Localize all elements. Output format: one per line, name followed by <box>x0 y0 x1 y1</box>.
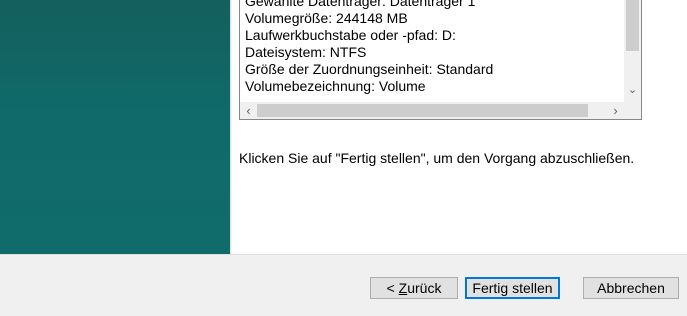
vertical-scrollbar[interactable]: ⌄ <box>624 0 641 102</box>
chevron-down-icon[interactable]: ⌄ <box>624 82 641 99</box>
chevron-left-icon[interactable]: ‹ <box>240 102 257 119</box>
back-label: urück <box>407 280 442 296</box>
back-button[interactable]: < Zurück <box>370 277 458 299</box>
back-prefix: < <box>386 280 399 296</box>
horizontal-scrollbar[interactable]: ‹ › <box>240 102 624 119</box>
summary-line: Laufwerkbuchstabe oder -pfad: D: <box>245 27 456 43</box>
finish-instruction: Klicken Sie auf "Fertig stellen", um den… <box>239 150 635 166</box>
summary-line: Gewählte Datenträger: Datenträger 1 <box>245 0 476 9</box>
wizard-side-panel <box>0 0 232 254</box>
vertical-scroll-thumb[interactable] <box>626 0 639 51</box>
cancel-button[interactable]: Abbrechen <box>583 277 679 299</box>
summary-line: Dateisystem: NTFS <box>245 44 367 60</box>
back-mnemonic: Z <box>398 280 408 296</box>
summary-line: Volumegröße: 244148 MB <box>245 10 408 26</box>
chevron-right-icon[interactable]: › <box>607 102 624 119</box>
settings-summary-text: Gewählte Datenträger: Datenträger 1 Volu… <box>245 0 620 95</box>
finish-button[interactable]: Fertig stellen <box>465 277 560 299</box>
horizontal-scroll-thumb[interactable] <box>257 104 588 117</box>
wizard-footer: < Zurück Fertig stellen Abbrechen <box>0 254 687 316</box>
side-panel-divider <box>230 0 232 254</box>
scrollbar-corner <box>624 102 641 119</box>
summary-line: Volumebezeichnung: Volume <box>245 78 426 94</box>
summary-line: Größe der Zuordnungseinheit: Standard <box>245 61 494 77</box>
settings-summary-box[interactable]: Gewählte Datenträger: Datenträger 1 Volu… <box>239 0 642 120</box>
